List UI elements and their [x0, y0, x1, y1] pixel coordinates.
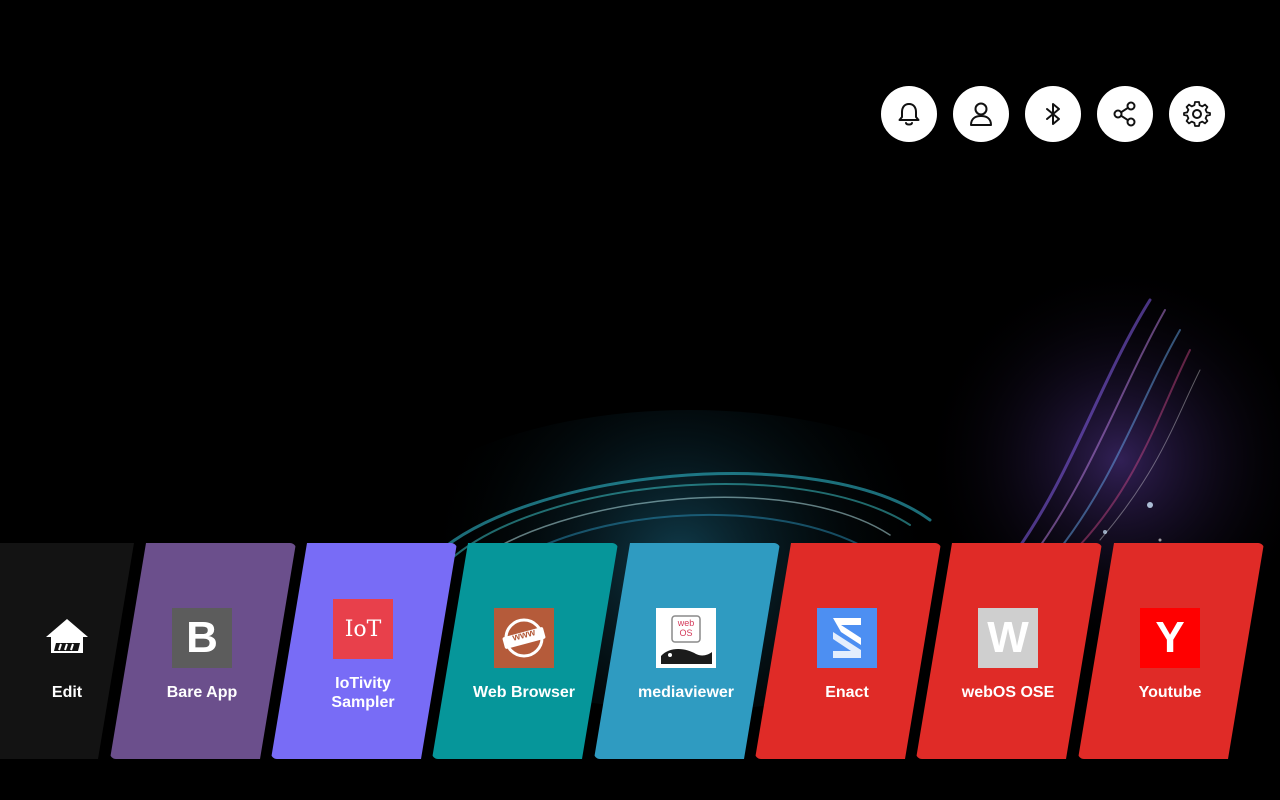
user-profile-button[interactable] [953, 86, 1009, 142]
launcher-card-youtube[interactable]: Y Youtube [1078, 543, 1264, 759]
settings-gear-icon [1183, 101, 1211, 127]
launcher-screen: Edit B Bare App IoT IoTivity Sampler www… [0, 0, 1280, 800]
settings-button[interactable] [1169, 86, 1225, 142]
launcher-label: Bare App [166, 684, 238, 701]
youtube-y-icon: Y [1140, 608, 1200, 668]
bluetooth-button[interactable] [1025, 86, 1081, 142]
notification-bell-icon [898, 103, 920, 126]
share-button[interactable] [1097, 86, 1153, 142]
mediaviewer-icon: web OS [656, 608, 716, 668]
launcher-label: Enact [825, 684, 869, 701]
quick-icons-bar [881, 86, 1225, 142]
launcher-label: IoTivity Sampler [331, 675, 395, 711]
enact-icon [817, 608, 877, 668]
web-browser-icon: www [494, 608, 554, 668]
launcher-card-enact[interactable]: Enact [755, 543, 941, 759]
home-edit-icon [37, 608, 97, 668]
launcher-bar: Edit B Bare App IoT IoTivity Sampler www… [0, 543, 1280, 759]
launcher-card-web-browser[interactable]: www Web Browser [432, 543, 618, 759]
launcher-label: webOS OSE [961, 684, 1055, 701]
webos-ose-w-icon: W [978, 608, 1038, 668]
launcher-card-mediaviewer[interactable]: web OS mediaviewer [594, 543, 780, 759]
notification-button[interactable] [881, 86, 937, 142]
iotivity-icon: IoT [333, 599, 393, 659]
launcher-card-webos-ose[interactable]: W webOS OSE [916, 543, 1102, 759]
launcher-card-bare-app[interactable]: B Bare App [110, 543, 296, 759]
launcher-label: Web Browser [473, 684, 575, 701]
bare-app-b-icon: B [172, 608, 232, 668]
launcher-label: Youtube [1138, 684, 1202, 701]
launcher-card-iotivity-sampler[interactable]: IoT IoTivity Sampler [271, 543, 457, 759]
user-profile-icon [970, 102, 992, 126]
launcher-label: mediaviewer [637, 684, 735, 701]
share-icon [1113, 101, 1136, 127]
bluetooth-icon [1046, 103, 1060, 125]
